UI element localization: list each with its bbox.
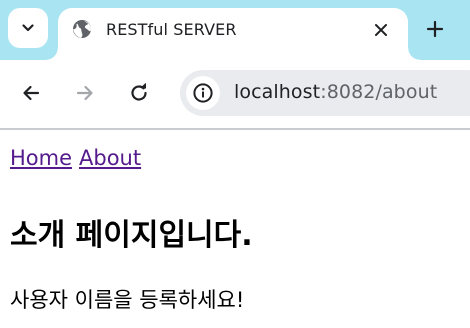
globe-icon xyxy=(73,20,91,38)
page-body-text: 사용자 이름을 등록하세요! xyxy=(10,288,245,312)
back-button[interactable] xyxy=(14,76,48,110)
chevron-down-icon xyxy=(22,24,34,32)
tab-search-button[interactable] xyxy=(8,8,48,48)
tab-title: RESTful SERVER xyxy=(106,20,237,39)
browser-toolbar: localhost:8082/about xyxy=(0,60,470,128)
address-bar[interactable]: localhost:8082/about xyxy=(180,70,470,116)
arrow-left-icon xyxy=(23,85,40,101)
page-nav: Home About xyxy=(10,146,148,170)
close-icon xyxy=(375,24,387,36)
forward-button[interactable] xyxy=(68,76,102,110)
about-link[interactable]: About xyxy=(79,146,141,170)
browser-window: RESTful SERVER localhost:8082/about Home… xyxy=(0,0,470,328)
tab-close-button[interactable] xyxy=(368,17,394,43)
tab-strip: RESTful SERVER xyxy=(0,0,470,60)
url-text[interactable]: localhost:8082/about xyxy=(234,81,437,103)
new-tab-button[interactable] xyxy=(418,12,452,46)
home-link[interactable]: Home xyxy=(10,146,72,170)
url-path: :8082/about xyxy=(320,81,438,103)
plus-icon xyxy=(426,20,444,38)
active-tab[interactable]: RESTful SERVER xyxy=(46,8,420,60)
info-icon xyxy=(193,83,213,103)
reload-icon xyxy=(131,83,147,101)
page-heading: 소개 페이지입니다. xyxy=(10,218,253,253)
reload-button[interactable] xyxy=(122,76,156,110)
page-content: Home About 소개 페이지입니다. 사용자 이름을 등록하세요! xyxy=(0,130,470,328)
arrow-right-icon xyxy=(76,85,93,101)
site-info-button[interactable] xyxy=(186,76,220,110)
url-host: localhost xyxy=(234,81,321,103)
